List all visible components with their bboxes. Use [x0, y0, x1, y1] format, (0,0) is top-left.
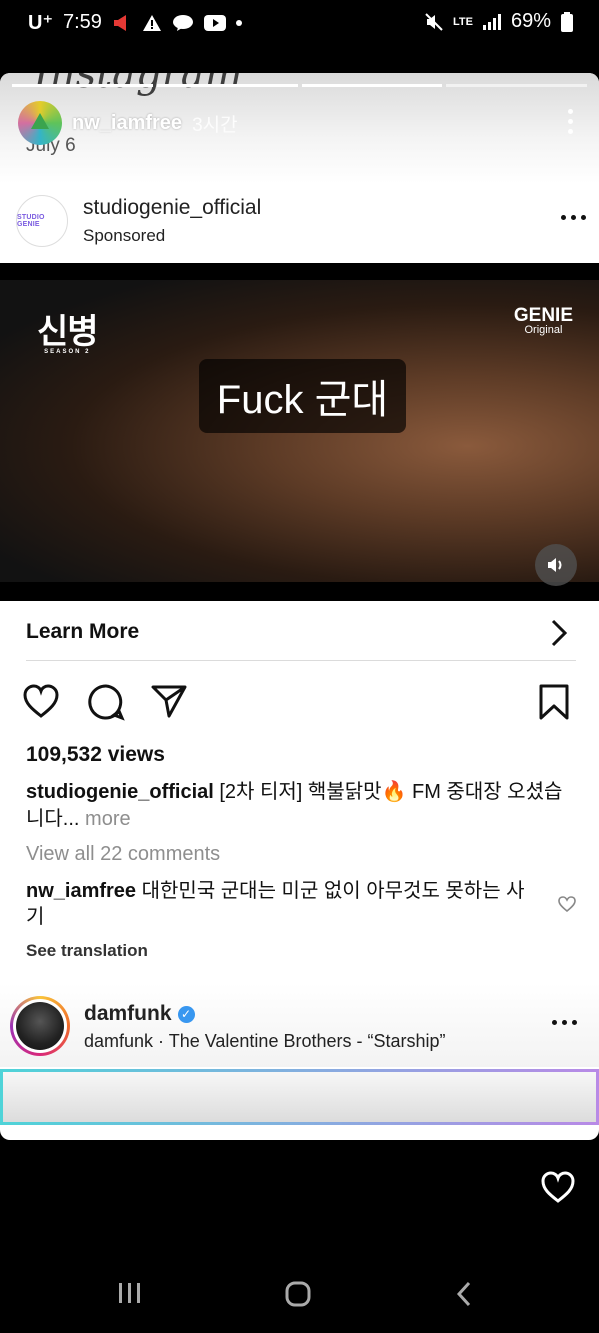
progress-segment [446, 84, 587, 87]
next-post-user[interactable]: damfunk ✓ [84, 1002, 195, 1026]
status-bar: U⁺ 7:59 LTE 69% [0, 0, 599, 46]
post-more-icon[interactable] [561, 215, 586, 220]
next-post-header: damfunk ✓ damfunk · The Valentine Brothe… [0, 983, 599, 1067]
notification-dot [235, 19, 242, 26]
show-logo: 신병 SEASON 2 [37, 304, 99, 355]
battery-label: 69% [510, 10, 551, 32]
talk-icon [172, 14, 193, 31]
comment-username[interactable]: nw_iamfree [26, 880, 136, 902]
chevron-right-icon [551, 619, 568, 647]
battery-icon [561, 11, 573, 32]
post-username[interactable]: studiogenie_official [83, 196, 261, 220]
caption-more-link[interactable]: more [85, 808, 131, 830]
carrier-label: U⁺ [28, 12, 53, 34]
story-progress [12, 84, 587, 87]
video-subtitle: Fuck 군대 [199, 359, 406, 433]
learn-more-label: Learn More [26, 620, 140, 643]
channel-logo: GENIE Original [514, 306, 573, 336]
recent-apps-icon[interactable] [117, 1280, 143, 1306]
comment-icon[interactable] [87, 683, 125, 721]
post-video[interactable]: 신병 SEASON 2 GENIE Original Fuck 군대 [0, 263, 599, 601]
story-username[interactable]: nw_iamfree [72, 112, 182, 135]
next-post-avatar[interactable] [10, 996, 70, 1056]
next-post-more-icon[interactable] [552, 1020, 577, 1025]
next-post-media[interactable] [0, 1069, 599, 1125]
learn-more-button[interactable]: Learn More [26, 608, 576, 661]
clock: 7:59 [63, 11, 102, 33]
progress-segment [301, 84, 443, 87]
post-actions [22, 683, 570, 723]
post-caption: studiogenie_official [2차 티저] 핵불닭맛🔥 FM 중대… [26, 779, 576, 833]
share-icon[interactable] [150, 683, 188, 719]
speaker-icon[interactable] [535, 544, 577, 586]
story-time: 3시간 [192, 114, 238, 136]
video-frame: 신병 SEASON 2 GENIE Original Fuck 군대 [0, 280, 599, 586]
post-avatar[interactable]: STUDIO GENIE [16, 195, 68, 247]
verified-badge-icon: ✓ [177, 1005, 195, 1023]
bookmark-icon[interactable] [538, 683, 570, 721]
story-more-icon[interactable] [568, 109, 573, 134]
caption-username[interactable]: studiogenie_official [26, 781, 214, 803]
view-count: 109,532 views [26, 743, 165, 766]
avatar [16, 1002, 64, 1050]
show-logo-sub: SEASON 2 [44, 349, 91, 355]
story-user[interactable]: nw_iamfree 3시간 [18, 101, 238, 145]
comment: nw_iamfree 대한민국 군대는 미군 없이 아무것도 못하는 사기 [26, 878, 536, 930]
story-card: Instagram July 6 nw_iamfree 3시간 STUDIO G… [0, 73, 599, 1140]
story-avatar[interactable] [18, 101, 62, 145]
youtube-icon [203, 14, 226, 31]
navigation-bar [0, 1260, 599, 1333]
warning-icon [142, 14, 161, 31]
sponsored-label: Sponsored [83, 226, 166, 245]
channel-logo-sub: Original [524, 324, 563, 336]
megaphone-icon [113, 14, 126, 31]
next-post-username[interactable]: damfunk [84, 1002, 172, 1026]
story-like-heart-icon[interactable] [540, 1170, 576, 1204]
post-header: STUDIO GENIE studiogenie_official Sponso… [16, 193, 586, 249]
channel-logo-text: GENIE [513, 305, 573, 326]
home-icon[interactable] [284, 1280, 312, 1308]
progress-segment [156, 84, 298, 87]
comment-heart-icon[interactable] [557, 895, 577, 913]
mute-icon [425, 12, 443, 31]
show-logo-text: 신병 [37, 313, 99, 351]
next-post-subtitle[interactable]: damfunk · The Valentine Brothers - “Star… [84, 1031, 446, 1052]
see-translation-link[interactable]: See translation [26, 941, 148, 961]
signal-icon [482, 13, 501, 30]
heart-icon[interactable] [22, 683, 60, 719]
network-label: LTE [453, 15, 473, 28]
back-icon[interactable] [454, 1280, 474, 1308]
view-all-comments-link[interactable]: View all 22 comments [26, 843, 220, 866]
progress-segment [12, 84, 153, 87]
